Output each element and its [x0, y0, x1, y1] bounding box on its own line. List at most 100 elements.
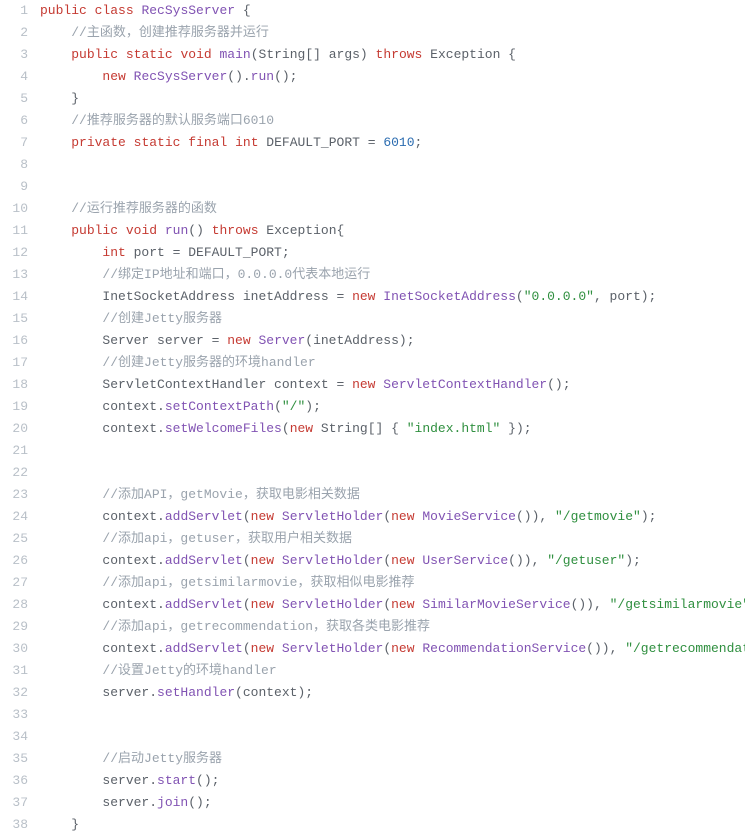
token-punct: Server server =: [102, 333, 227, 348]
line-number: 33: [0, 704, 40, 726]
token-str: "0.0.0.0": [524, 289, 594, 304]
token-fn: setHandler: [157, 685, 235, 700]
code-content: //添加api，getrecommendation，获取各类电影推荐: [40, 616, 430, 638]
token-fn: run: [165, 223, 188, 238]
line-number: 7: [0, 132, 40, 154]
token-fn: setContextPath: [165, 399, 274, 414]
line-number: 4: [0, 66, 40, 88]
token-punct: Exception {: [422, 47, 516, 62]
line-number: 1: [0, 0, 40, 22]
token-str: "/getmovie": [555, 509, 641, 524]
code-content: public class RecSysServer {: [40, 0, 251, 22]
token-kw: new: [227, 333, 250, 348]
token-punct: context.: [102, 553, 164, 568]
token-punct: (: [282, 421, 290, 436]
token-fn: run: [251, 69, 274, 84]
code-content: //创建Jetty服务器: [40, 308, 222, 330]
token-str: "/getuser": [547, 553, 625, 568]
token-str: "/": [282, 399, 305, 414]
token-punct: [118, 47, 126, 62]
token-punct: ().: [227, 69, 250, 84]
token-punct: Exception{: [259, 223, 345, 238]
token-kw: new: [391, 597, 414, 612]
token-kw: int: [102, 245, 125, 260]
token-kw: new: [290, 421, 313, 436]
token-cm: //推荐服务器的默认服务端口6010: [71, 113, 274, 128]
token-punct: );: [625, 553, 641, 568]
token-punct: ()),: [516, 509, 555, 524]
code-line: 7 private static final int DEFAULT_PORT …: [0, 132, 745, 154]
code-line: 21: [0, 440, 745, 462]
token-punct: server.: [102, 685, 157, 700]
token-punct: , port);: [594, 289, 656, 304]
code-content: [40, 726, 48, 748]
code-block: 1public class RecSysServer {2 //主函数，创建推荐…: [0, 0, 745, 836]
token-kw: new: [352, 377, 375, 392]
token-kw: public: [71, 47, 118, 62]
token-fn: addServlet: [165, 641, 243, 656]
code-content: }: [40, 88, 79, 110]
line-number: 10: [0, 198, 40, 220]
token-punct: (: [243, 553, 251, 568]
token-cm: //添加api，getuser，获取用户相关数据: [102, 531, 352, 546]
token-cm: //绑定IP地址和端口，0.0.0.0代表本地运行: [102, 267, 370, 282]
token-fn: ServletHolder: [282, 597, 383, 612]
token-punct: [274, 641, 282, 656]
token-kw: final: [188, 135, 227, 150]
code-line: 6 //推荐服务器的默认服务端口6010: [0, 110, 745, 132]
token-punct: [118, 223, 126, 238]
token-kw: new: [251, 509, 274, 524]
line-number: 34: [0, 726, 40, 748]
token-cm: //创建Jetty服务器的环境handler: [102, 355, 315, 370]
code-content: context.setContextPath("/");: [40, 396, 321, 418]
code-line: 18 ServletContextHandler context = new S…: [0, 374, 745, 396]
code-content: private static final int DEFAULT_PORT = …: [40, 132, 422, 154]
token-punct: [126, 135, 134, 150]
token-punct: server.: [102, 795, 157, 810]
code-content: public static void main(String[] args) t…: [40, 44, 516, 66]
token-punct: [274, 553, 282, 568]
line-number: 32: [0, 682, 40, 704]
token-punct: );: [641, 509, 657, 524]
token-kw: new: [352, 289, 375, 304]
code-content: public void run() throws Exception{: [40, 220, 344, 242]
code-content: context.addServlet(new ServletHolder(new…: [40, 638, 745, 660]
line-number: 27: [0, 572, 40, 594]
token-punct: context.: [102, 641, 164, 656]
code-line: 8: [0, 154, 745, 176]
token-punct: (String[] args): [251, 47, 376, 62]
token-cm: //添加api，getsimilarmovie，获取相似电影推荐: [102, 575, 414, 590]
code-line: 24 context.addServlet(new ServletHolder(…: [0, 506, 745, 528]
token-punct: [274, 597, 282, 612]
code-content: //推荐服务器的默认服务端口6010: [40, 110, 274, 132]
line-number: 11: [0, 220, 40, 242]
code-line: 16 Server server = new Server(inetAddres…: [0, 330, 745, 352]
line-number: 28: [0, 594, 40, 616]
token-punct: }: [71, 817, 79, 832]
token-fn: MovieService: [422, 509, 516, 524]
code-line: 38 }: [0, 814, 745, 836]
code-content: //主函数，创建推荐服务器并运行: [40, 22, 269, 44]
token-fn: Server: [258, 333, 305, 348]
code-line: 37 server.join();: [0, 792, 745, 814]
code-line: 34: [0, 726, 745, 748]
token-fn: ServletHolder: [282, 553, 383, 568]
line-number: 20: [0, 418, 40, 440]
token-fn: setWelcomeFiles: [165, 421, 282, 436]
line-number: 6: [0, 110, 40, 132]
line-number: 37: [0, 792, 40, 814]
token-cm: //添加API，getMovie，获取电影相关数据: [102, 487, 359, 502]
token-punct: [212, 47, 220, 62]
code-line: 11 public void run() throws Exception{: [0, 220, 745, 242]
token-punct: ();: [274, 69, 297, 84]
token-kw: new: [391, 553, 414, 568]
token-punct: ();: [547, 377, 570, 392]
code-content: [40, 704, 48, 726]
code-content: InetSocketAddress inetAddress = new Inet…: [40, 286, 656, 308]
token-fn: RecommendationService: [422, 641, 586, 656]
line-number: 29: [0, 616, 40, 638]
token-punct: (: [516, 289, 524, 304]
token-kw: int: [235, 135, 258, 150]
token-kw: static: [134, 135, 181, 150]
line-number: 17: [0, 352, 40, 374]
